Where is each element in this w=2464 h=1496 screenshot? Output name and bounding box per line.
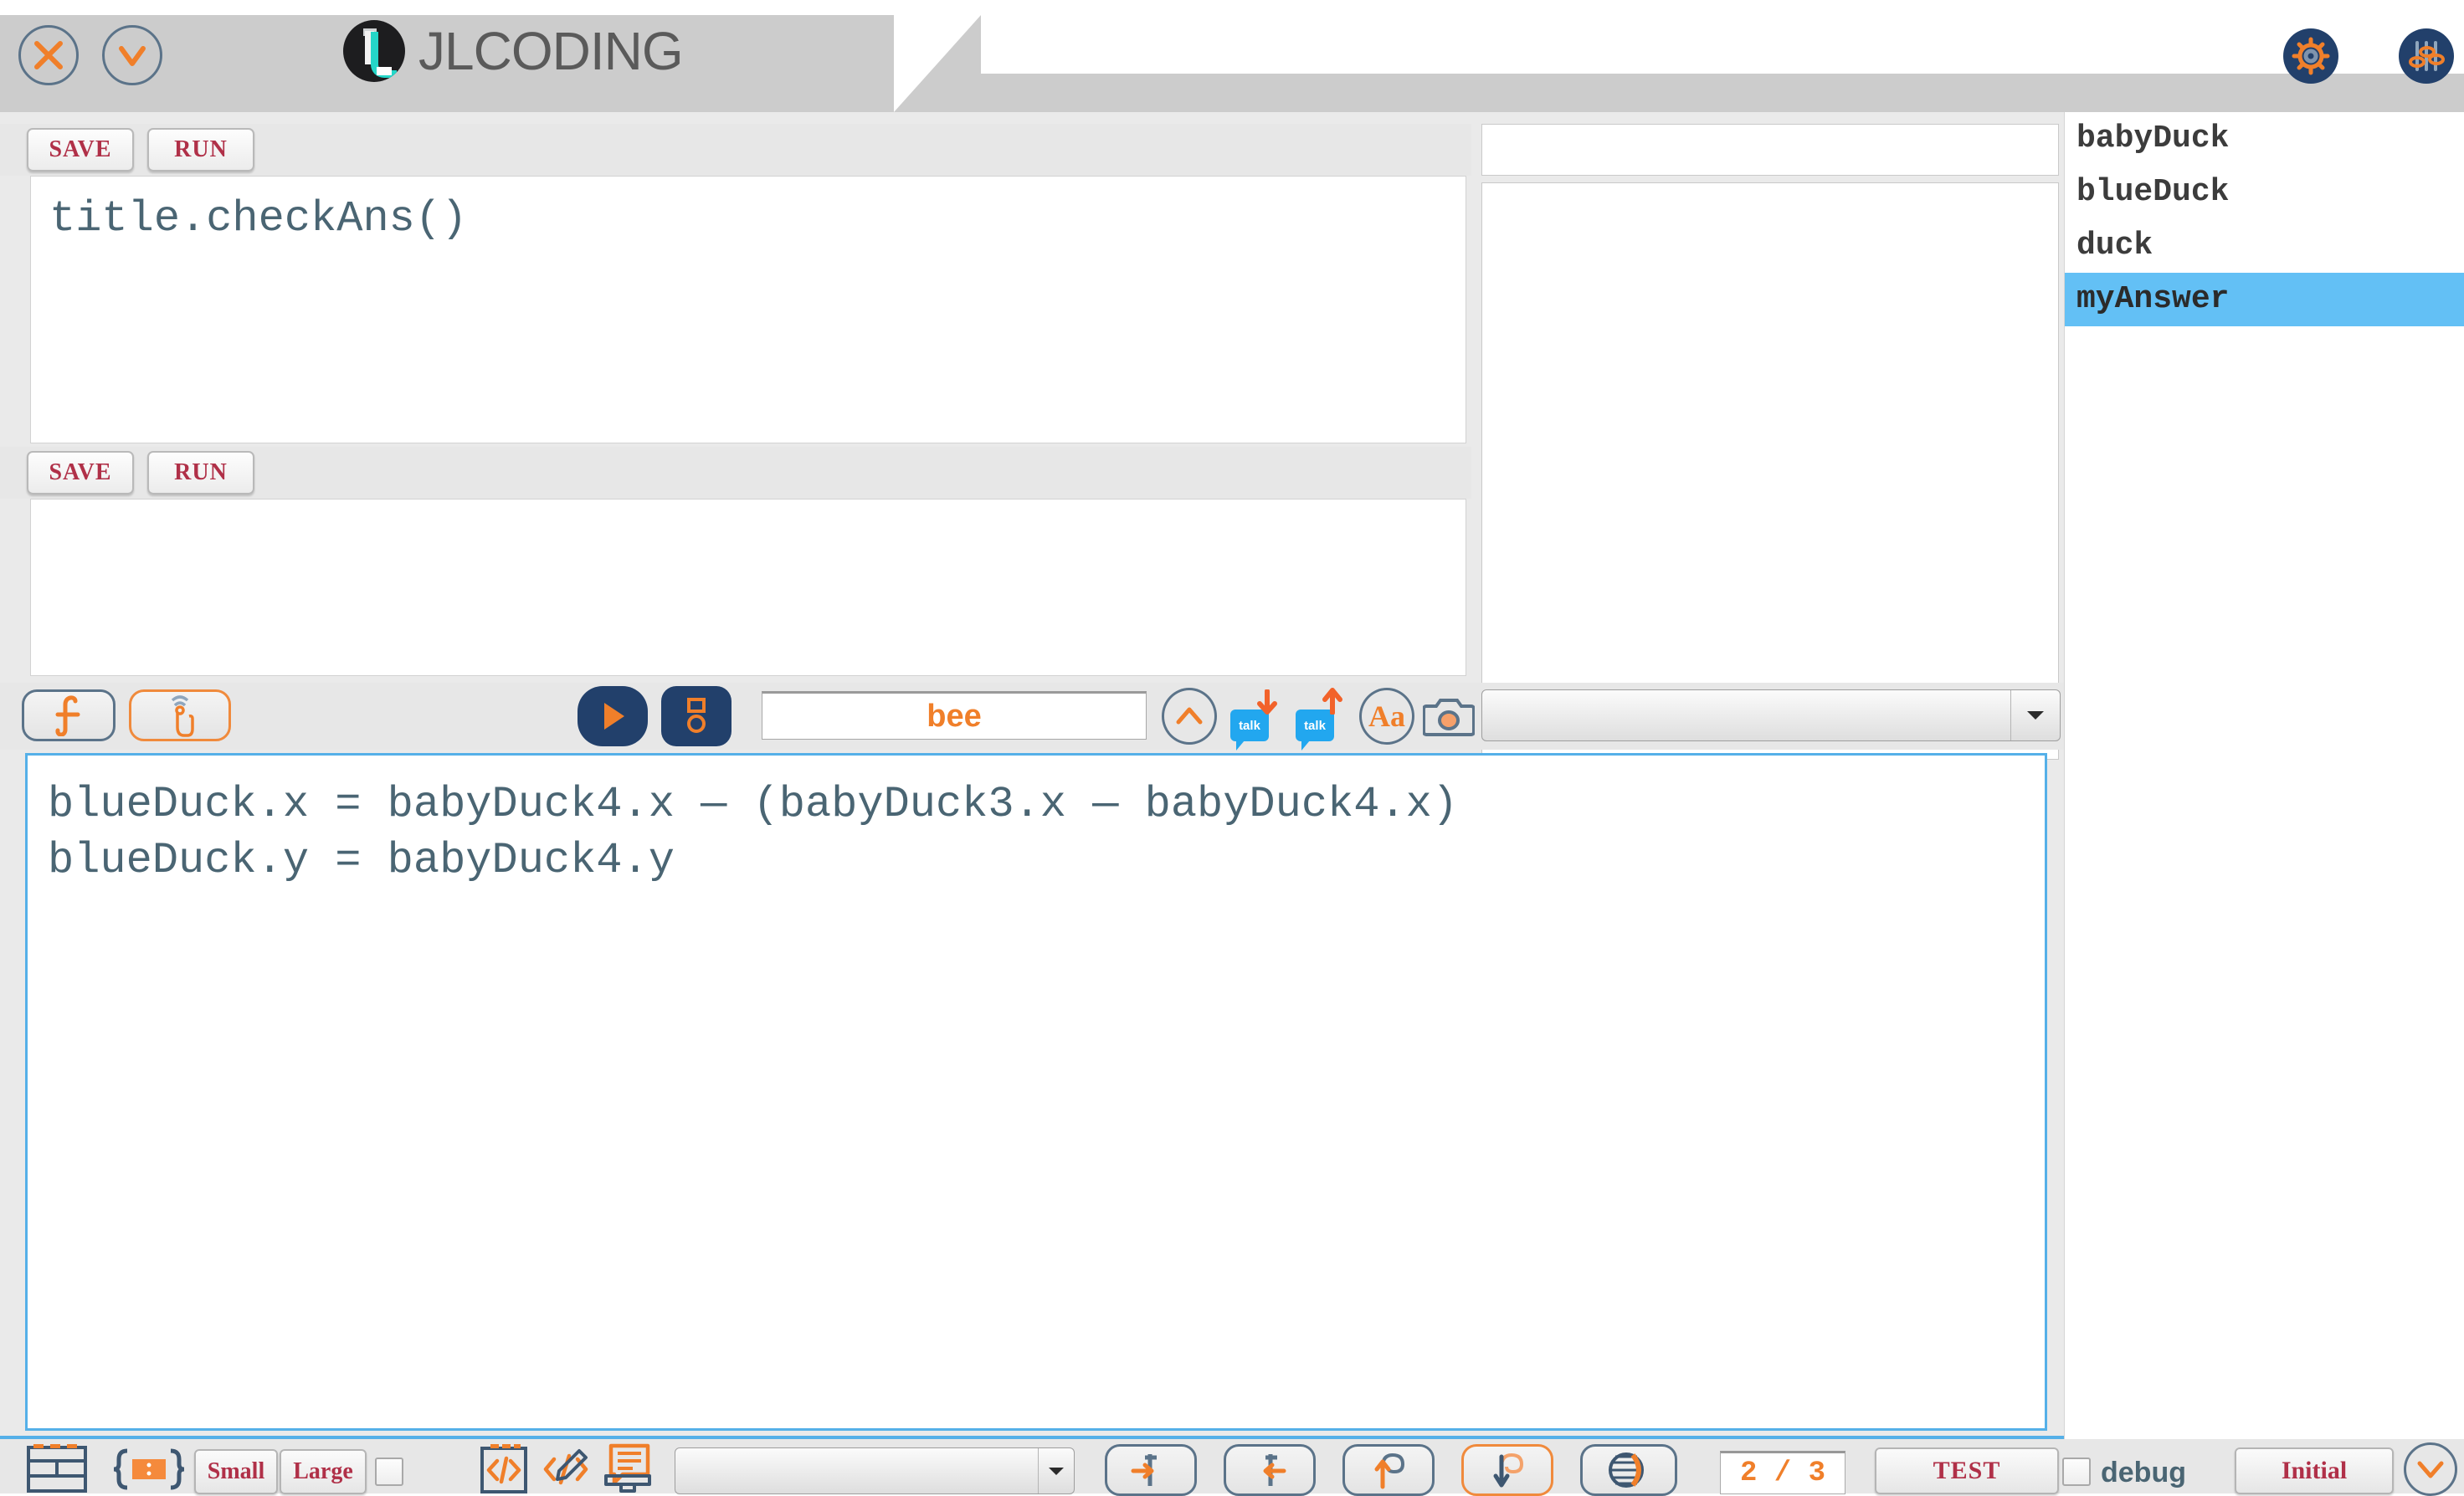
page-indicator[interactable]: 2 / 3 [1720,1451,1845,1494]
table-layout-icon[interactable] [25,1444,89,1494]
arrow-left-out-icon[interactable] [1224,1444,1316,1496]
run-button-bottom[interactable]: RUN [147,451,254,494]
camera-icon[interactable] [1423,693,1475,740]
chevron-up-icon[interactable] [1162,688,1217,745]
main-code-line: blueDuck.x = babyDuck4.x — (babyDuck3.x … [48,780,1459,829]
floppy-disk-icon[interactable] [661,686,732,746]
mid-toolbar: bee talk talk Aa [0,683,2064,751]
upload-pin-icon[interactable] [1342,1444,1435,1496]
main-area: SAVE RUN title.checkAns() SAVE RUN babyD… [0,112,2464,1496]
debug-checkbox[interactable] [2062,1458,2091,1486]
save-button-top[interactable]: SAVE [27,128,134,172]
initial-button[interactable]: Initial [2235,1447,2394,1494]
title-bar-right-strip [981,74,2464,112]
list-item[interactable]: babyDuck [2065,112,2464,166]
code-pen-icon[interactable] [539,1444,593,1494]
jlcoding-app-window: JLCODING SAVE RUN title.checkAns() SAVE … [0,0,2464,1496]
bottom-toolbar-select[interactable] [675,1447,1075,1494]
title-bar: JLCODING [0,0,2464,112]
size-checkbox[interactable] [375,1458,403,1486]
test-button[interactable]: TEST [1875,1447,2059,1494]
mid-toolbar-select[interactable] [1481,689,2061,741]
main-code-editor[interactable]: blueDuck.x = babyDuck4.x — (babyDuck3.x … [25,753,2047,1431]
touch-hand-icon[interactable] [129,689,231,741]
chat-book-icon[interactable] [599,1442,656,1494]
run-button-top[interactable]: RUN [147,128,254,172]
save-button-bottom[interactable]: SAVE [27,451,134,494]
minimize-button[interactable] [102,25,162,85]
debug-label: debug [2101,1456,2186,1488]
chevron-down-icon[interactable] [2404,1442,2457,1496]
code-clipboard-icon[interactable] [477,1444,531,1494]
curly-braces-icon[interactable] [110,1446,187,1493]
list-item[interactable]: blueDuck [2065,166,2464,219]
output-panel-header [1481,124,2059,176]
app-title: JLCODING [418,21,684,81]
size-small-button[interactable]: Small [194,1449,278,1494]
talk-upload-icon[interactable]: talk [1296,688,1344,751]
code-editor-bottom[interactable] [30,499,1466,676]
brand: JLCODING [343,20,684,82]
list-item[interactable]: duck [2065,219,2464,273]
chevron-down-icon[interactable] [2010,690,2060,740]
editor-top-toolbar: SAVE RUN [0,124,1471,176]
jlcoding-logo-icon [343,20,405,82]
list-item-selected[interactable]: myAnswer [2065,273,2464,326]
play-icon[interactable] [578,686,648,746]
close-button[interactable] [18,25,79,85]
gear-icon[interactable] [2283,28,2338,84]
sliders-icon[interactable] [2399,28,2454,84]
arrow-right-in-icon[interactable] [1105,1444,1197,1496]
talk-download-icon[interactable]: talk [1230,689,1279,751]
download-pin-icon[interactable] [1461,1444,1553,1496]
object-name-field[interactable]: bee [762,691,1147,740]
main-code-line: blueDuck.y = babyDuck4.y [48,835,675,885]
variable-list[interactable]: babyDuck blueDuck duck myAnswer [2064,112,2464,1493]
text-size-Aa-icon[interactable]: Aa [1359,688,1414,745]
size-large-button[interactable]: Large [280,1449,367,1494]
code-editor-top-text: title.checkAns() [49,194,468,243]
title-tab-slope [894,15,981,112]
code-editor-top[interactable]: title.checkAns() [30,176,1466,443]
output-panel[interactable] [1481,182,2059,760]
editor-column: SAVE RUN title.checkAns() SAVE RUN [0,112,1471,680]
function-f-icon[interactable] [22,689,116,741]
editor-bottom-toolbar: SAVE RUN [0,447,1471,499]
chevron-down-icon[interactable] [1038,1448,1074,1493]
contrast-theme-icon[interactable] [1580,1444,1677,1496]
